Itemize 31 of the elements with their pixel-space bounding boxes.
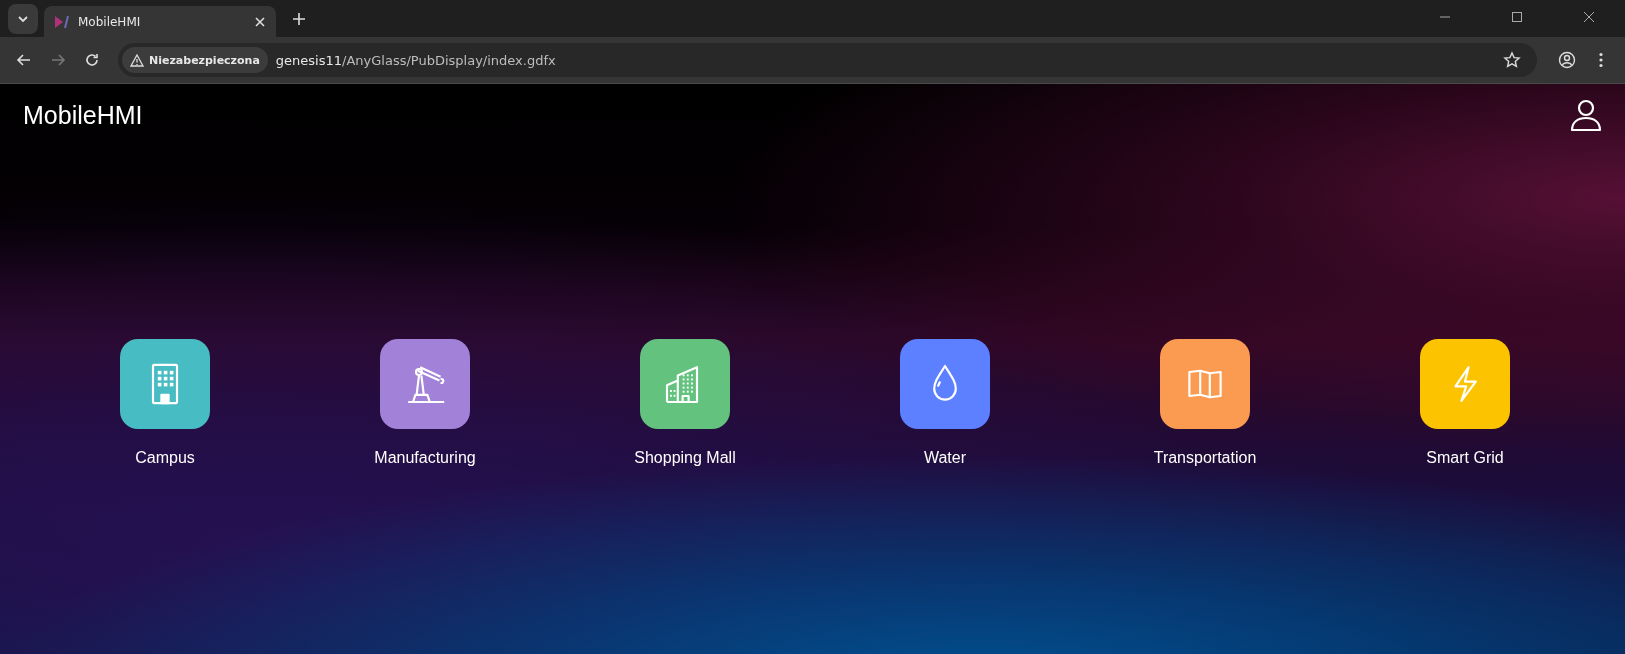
category-label[interactable]: Water — [923, 449, 967, 467]
url-text: genesis11/AnyGlass/PubDisplay/index.gdfx — [275, 52, 557, 68]
browser-tab[interactable]: MobileHMI — [44, 6, 276, 37]
address-bar[interactable]: Niezabezpieczona genesis11/AnyGlass/PubDisplay/index.gdfx — [118, 43, 1537, 77]
category-label[interactable]: Shopping Mall — [634, 449, 736, 467]
category-label[interactable]: Smart Grid — [1426, 449, 1504, 467]
tab-title: MobileHMI — [78, 14, 142, 29]
back-icon[interactable] — [16, 52, 32, 68]
category-label[interactable]: Transportation — [1153, 449, 1257, 467]
app-title: MobileHMI — [23, 100, 143, 130]
profile-icon[interactable] — [1558, 51, 1576, 69]
star-icon[interactable] — [1503, 51, 1521, 69]
category-label[interactable]: Manufacturing — [374, 449, 476, 467]
security-chip[interactable]: Niezabezpieczona — [122, 47, 268, 73]
category-tile[interactable] — [1420, 339, 1510, 429]
reload-icon[interactable] — [84, 52, 100, 68]
forward-icon[interactable] — [50, 52, 66, 68]
menu-icon[interactable] — [1598, 52, 1604, 68]
security-label: Niezabezpieczona — [149, 53, 260, 67]
category-tile[interactable] — [120, 339, 210, 429]
category-tile[interactable] — [380, 339, 470, 429]
category-tile[interactable] — [1160, 339, 1250, 429]
category-label[interactable]: Campus — [135, 449, 195, 467]
close-icon[interactable] — [254, 15, 266, 28]
warning-icon — [130, 53, 144, 67]
tab-list-button[interactable] — [8, 3, 38, 34]
category-tile[interactable] — [900, 339, 990, 429]
category-tile[interactable] — [640, 339, 730, 429]
app-logo-icon — [54, 13, 70, 30]
new-tab-icon[interactable] — [292, 11, 306, 26]
user-icon[interactable] — [1569, 98, 1603, 132]
